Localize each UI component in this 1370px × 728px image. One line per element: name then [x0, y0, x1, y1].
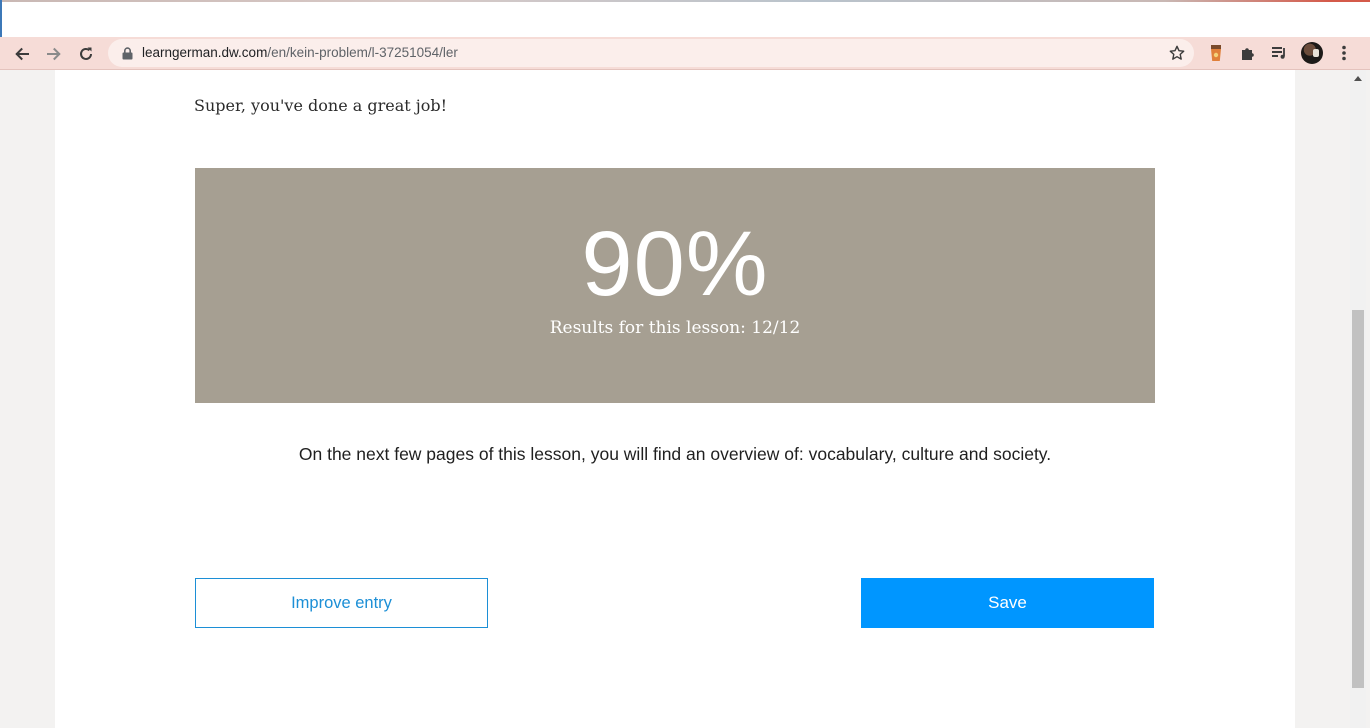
url-text: learngerman.dw.com/en/kein-problem/l-372… [142, 45, 458, 60]
tab-strip [0, 0, 1370, 37]
profile-button[interactable] [1300, 41, 1324, 65]
window-edge [0, 0, 2, 37]
greeting-text: Super, you've done a great job! [194, 96, 448, 115]
arrow-right-icon [45, 45, 63, 63]
forward-button[interactable] [41, 41, 67, 67]
url-host: learngerman.dw.com [142, 45, 268, 60]
scrollbar-thumb[interactable] [1352, 310, 1364, 688]
puzzle-icon[interactable] [1236, 41, 1260, 65]
coffee-extension-icon[interactable] [1204, 41, 1228, 65]
result-panel: 90% Results for this lesson: 12/12 [195, 168, 1155, 403]
tab-strip-accent [0, 0, 1370, 2]
score-percent: 90% [581, 213, 769, 315]
kebab-menu-icon[interactable] [1332, 41, 1356, 65]
media-queue-icon[interactable] [1267, 41, 1291, 65]
url-path: /en/kein-problem/l-37251054/ler [267, 45, 458, 60]
save-button[interactable]: Save [861, 578, 1154, 628]
overview-text: On the next few pages of this lesson, yo… [298, 444, 1052, 464]
star-icon[interactable] [1168, 44, 1186, 62]
lesson-result: Results for this lesson: 12/12 [549, 318, 801, 338]
improve-entry-button[interactable]: Improve entry [195, 578, 488, 628]
arrow-left-icon [13, 45, 31, 63]
lock-icon [120, 45, 134, 61]
address-bar[interactable]: learngerman.dw.com/en/kein-problem/l-372… [108, 39, 1194, 67]
reload-button[interactable] [73, 41, 99, 67]
back-button[interactable] [9, 41, 35, 67]
scroll-up-arrow[interactable] [1354, 76, 1362, 81]
reload-icon [77, 45, 95, 63]
avatar [1301, 42, 1323, 64]
page-scrollbar[interactable] [1350, 70, 1366, 728]
